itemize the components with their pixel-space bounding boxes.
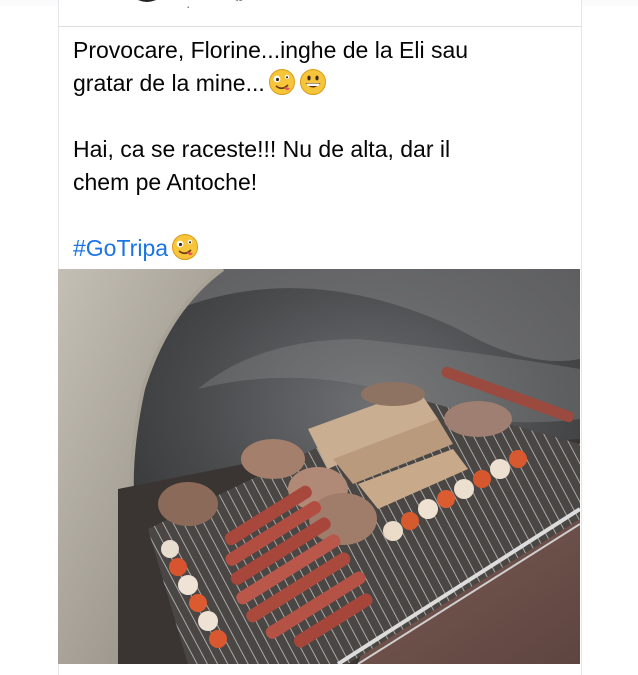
post-message: Provocare, Florine...inghe de la Eli sau… bbox=[73, 34, 563, 265]
hashtag-line: #GoTripa bbox=[73, 232, 563, 265]
post-line-4: chem pe Antoche! bbox=[73, 169, 258, 195]
post-photo[interactable] bbox=[58, 269, 580, 664]
hashtag-link[interactable]: #GoTripa bbox=[73, 235, 168, 261]
header-separator bbox=[58, 26, 582, 27]
post-line-2-text: gratar de la mine... bbox=[73, 70, 265, 96]
post-line-3: Hai, ca se raceste!!! Nu de alta, dar il bbox=[73, 136, 451, 162]
zany-face-emoji-icon bbox=[268, 69, 295, 95]
post-line-1: Provocare, Florine...inghe de la Eli sau bbox=[73, 37, 469, 63]
grinning-face-emoji-icon bbox=[299, 69, 326, 95]
globe-icon[interactable] bbox=[230, 0, 248, 2]
zany-face-emoji-icon bbox=[172, 234, 199, 260]
post-line-2: gratar de la mine... bbox=[73, 67, 563, 100]
post-meta: ııı · bbox=[186, 0, 192, 14]
